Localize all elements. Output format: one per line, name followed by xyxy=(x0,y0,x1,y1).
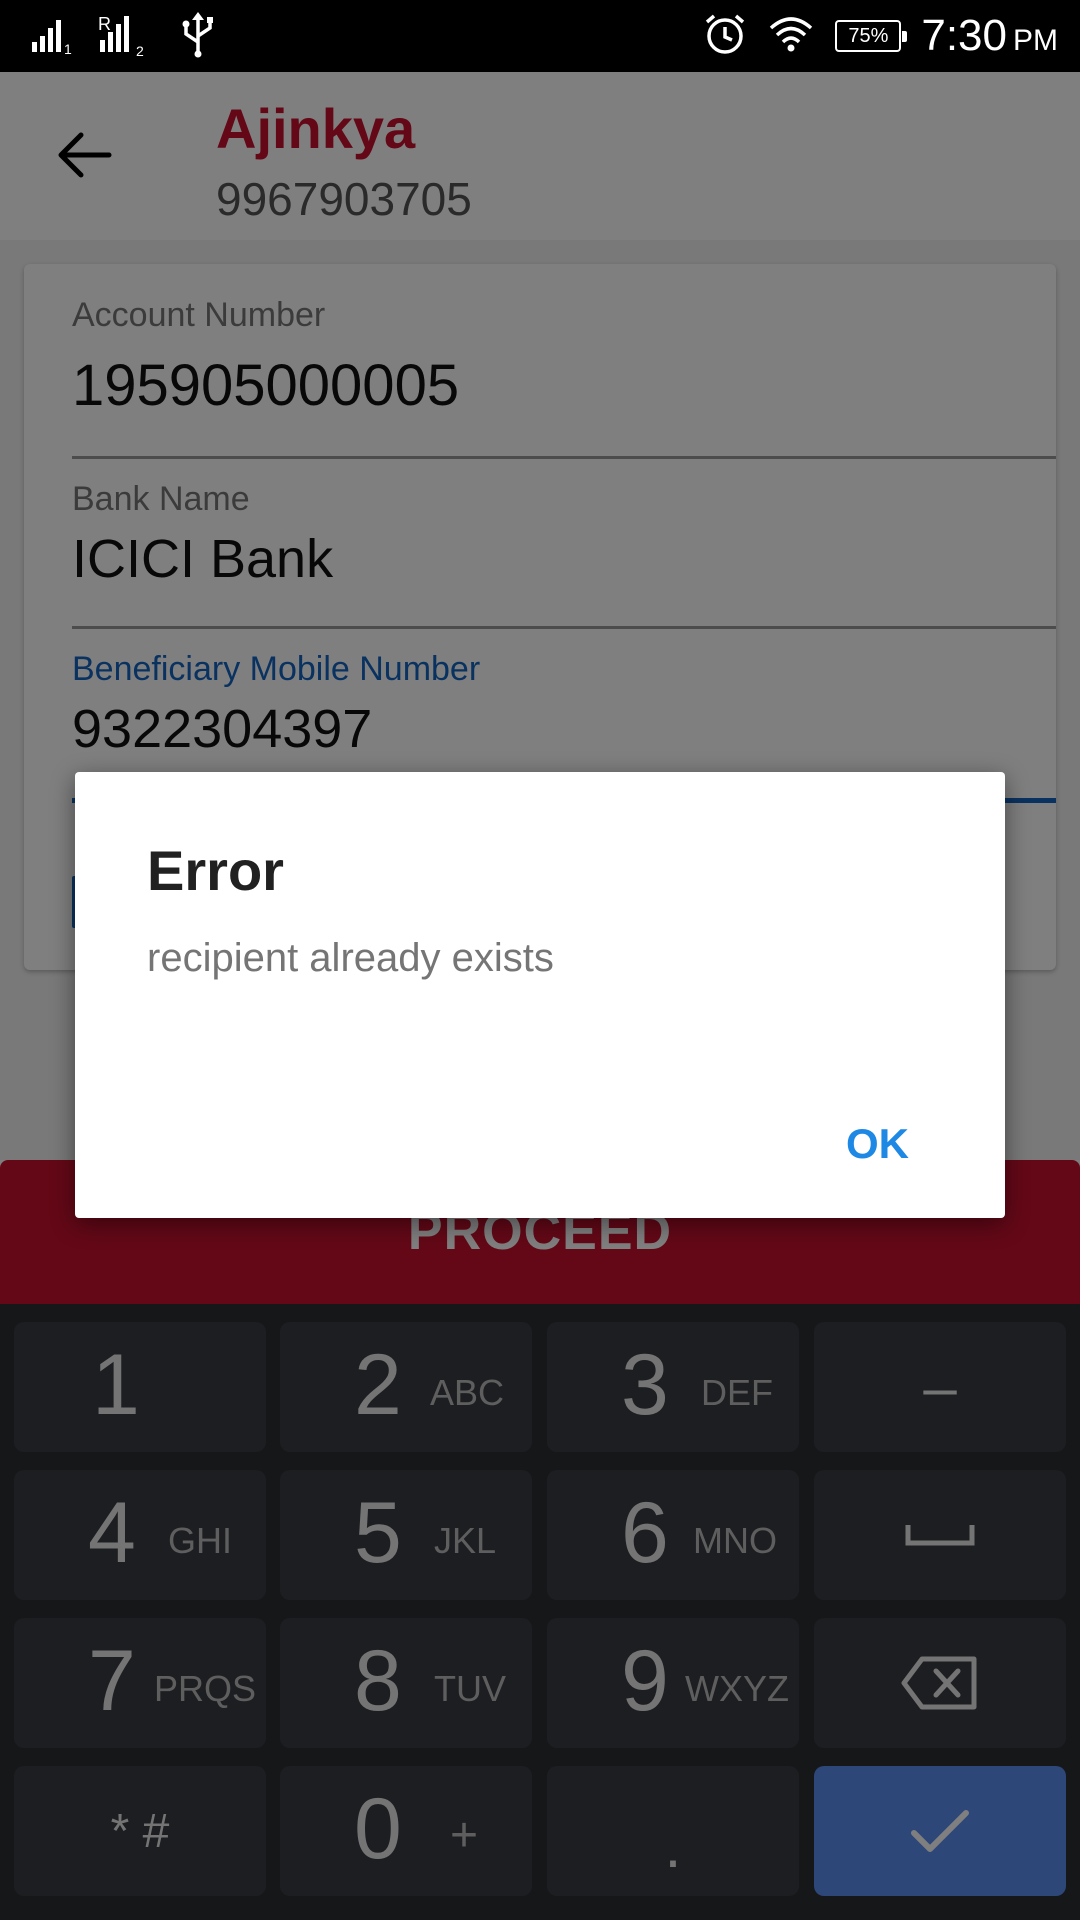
alarm-icon xyxy=(703,12,747,61)
error-dialog: Error recipient already exists OK xyxy=(75,772,1005,1218)
status-bar-right: 75% 7:30 PM xyxy=(703,6,1058,66)
status-bar-left: 1 R 2 xyxy=(30,10,218,62)
status-bar: 1 R 2 75% 7:30 PM xyxy=(0,0,1080,72)
battery-icon: 75% xyxy=(835,20,908,52)
usb-icon xyxy=(178,10,218,63)
svg-text:R: R xyxy=(98,14,111,34)
clock-ampm: PM xyxy=(1013,24,1058,57)
wifi-icon xyxy=(767,14,815,59)
ok-button[interactable]: OK xyxy=(842,1112,913,1176)
signal-icon: 1 xyxy=(30,12,78,61)
battery-percent: 75% xyxy=(848,24,889,47)
svg-text:2: 2 xyxy=(136,43,144,58)
signal-roaming-icon: R 2 xyxy=(96,10,160,63)
svg-text:1: 1 xyxy=(64,41,72,56)
dialog-message: recipient already exists xyxy=(147,936,554,980)
dialog-title: Error xyxy=(147,839,284,902)
clock-time: 7:30 xyxy=(921,11,1007,60)
clock: 7:30 PM xyxy=(921,11,1058,61)
